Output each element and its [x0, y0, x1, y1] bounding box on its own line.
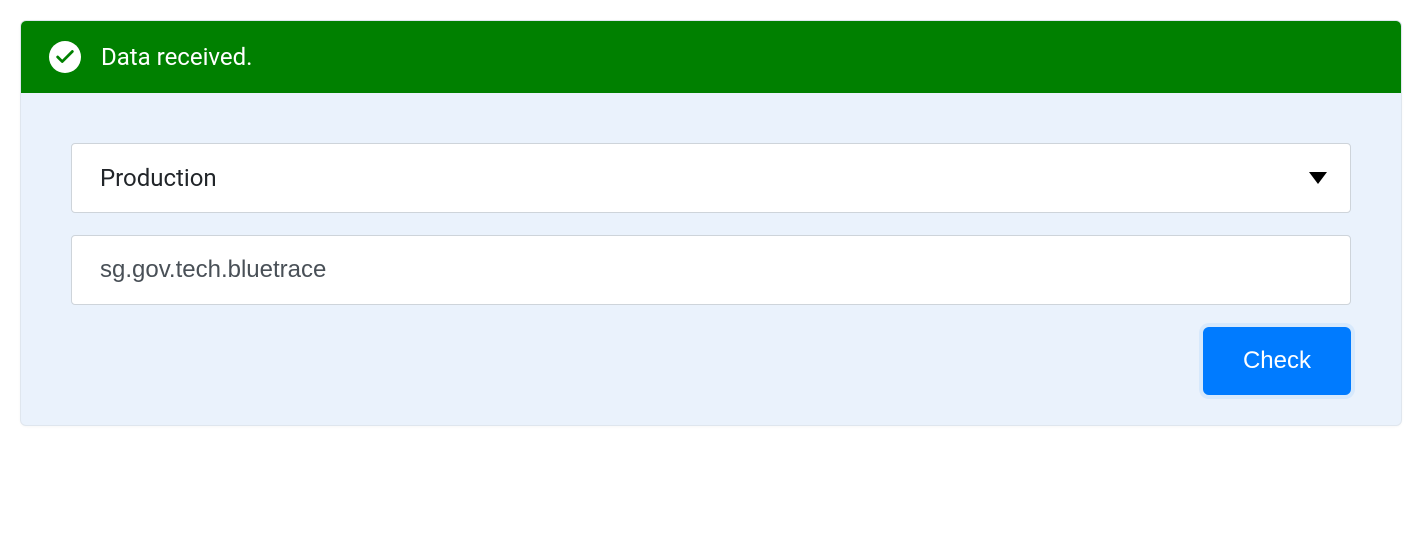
alert-message: Data received. — [101, 43, 253, 71]
form-card: Data received. Production Check — [20, 20, 1402, 426]
button-row: Check — [71, 327, 1351, 395]
environment-select-wrapper: Production — [71, 143, 1351, 213]
form-area: Production Check — [21, 93, 1401, 425]
check-circle-icon — [49, 41, 81, 73]
package-name-input[interactable] — [71, 235, 1351, 305]
success-alert: Data received. — [21, 21, 1401, 93]
environment-select[interactable]: Production — [71, 143, 1351, 213]
check-button[interactable]: Check — [1203, 327, 1351, 395]
